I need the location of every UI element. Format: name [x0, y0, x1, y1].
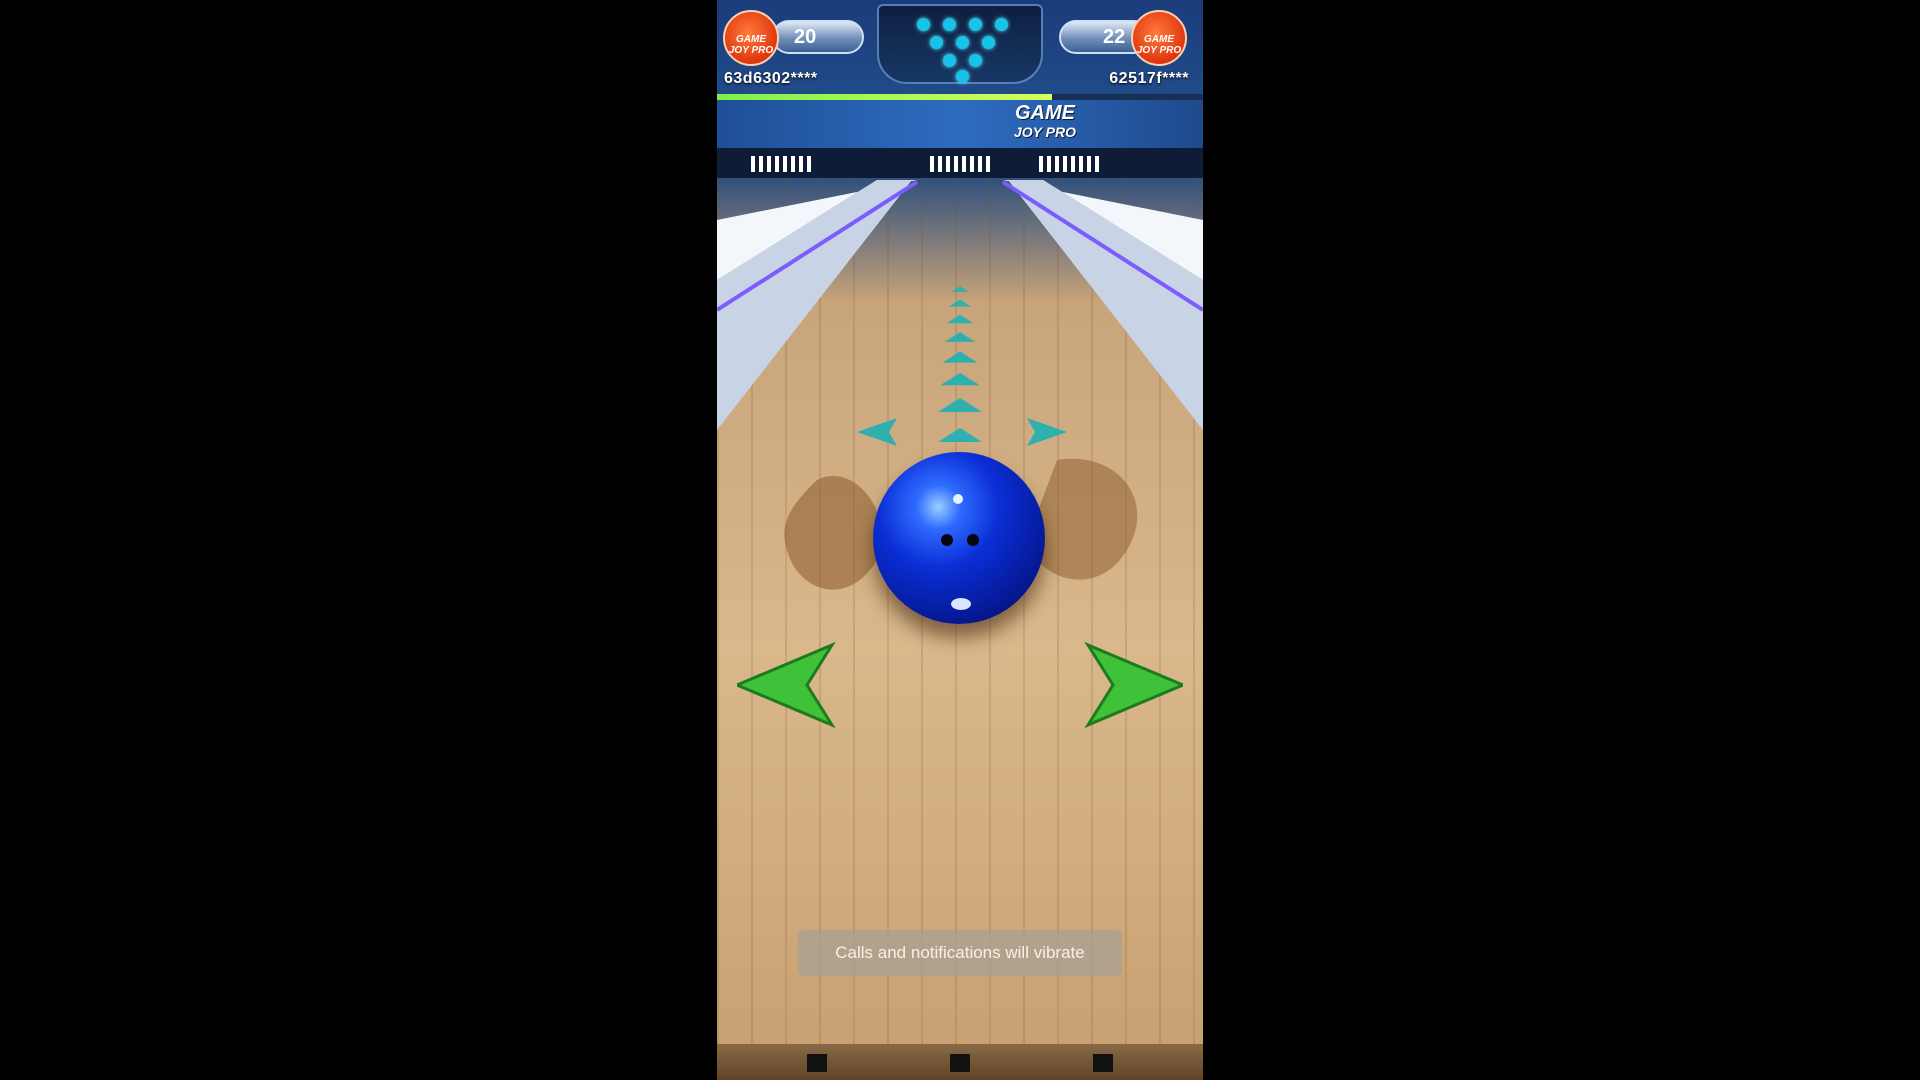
aim-arrow-icon: [949, 299, 971, 307]
turn-progress-fill: [717, 94, 1053, 100]
player1-avatar[interactable]: GAME JOY PRO: [723, 10, 779, 66]
right-arrow-icon[interactable]: [1073, 640, 1183, 730]
pin-dot: [956, 70, 969, 83]
pin-dot: [943, 54, 956, 67]
aim-arrow-icon: [946, 314, 974, 324]
aim-arrow-icon: [951, 286, 969, 292]
pin-dot: [995, 18, 1008, 31]
foul-line-marker: [950, 1054, 970, 1072]
system-toast: Calls and notifications will vibrate: [798, 930, 1122, 976]
ball-highlight: [953, 494, 963, 504]
finger-hole: [941, 534, 953, 546]
pin-dot: [917, 18, 930, 31]
pin-dot: [956, 36, 969, 49]
neighbor-pins-right: [1039, 156, 1099, 172]
lane-banner: [717, 100, 1203, 148]
player1-score: 20: [772, 20, 864, 54]
player2-avatar[interactable]: GAME JOY PRO: [1131, 10, 1187, 66]
target-pins: [930, 156, 990, 172]
aim-arrow-icon: [944, 332, 976, 342]
pin-dot: [943, 18, 956, 31]
foul-line-marker: [807, 1054, 827, 1072]
aim-arrow-icon: [940, 372, 980, 386]
pin-dot: [969, 18, 982, 31]
game-logo: GAME JOY PRO: [1014, 102, 1076, 140]
foul-line-marker: [1093, 1054, 1113, 1072]
aim-arrow-icon: [942, 351, 978, 363]
pin-diagram: [877, 4, 1043, 84]
ball-reflection: [951, 598, 971, 610]
left-arrow-icon[interactable]: [737, 640, 847, 730]
pin-dot: [982, 36, 995, 49]
pin-dot: [969, 54, 982, 67]
player2-name: 62517f****: [1109, 70, 1189, 87]
player1-name: 63d6302****: [724, 70, 818, 87]
bowling-ball[interactable]: [873, 452, 1045, 624]
finger-hole: [967, 534, 979, 546]
game-screen[interactable]: GAME JOY PRO 20 GAME JOY PRO 63d6302****…: [717, 0, 1203, 1080]
turn-progress-bar: [717, 94, 1203, 100]
pin-dot: [930, 36, 943, 49]
score-hud: 20 GAME JOY PRO 63d6302**** 22 GAME JOY …: [717, 0, 1203, 100]
neighbor-pins-left: [751, 156, 811, 172]
